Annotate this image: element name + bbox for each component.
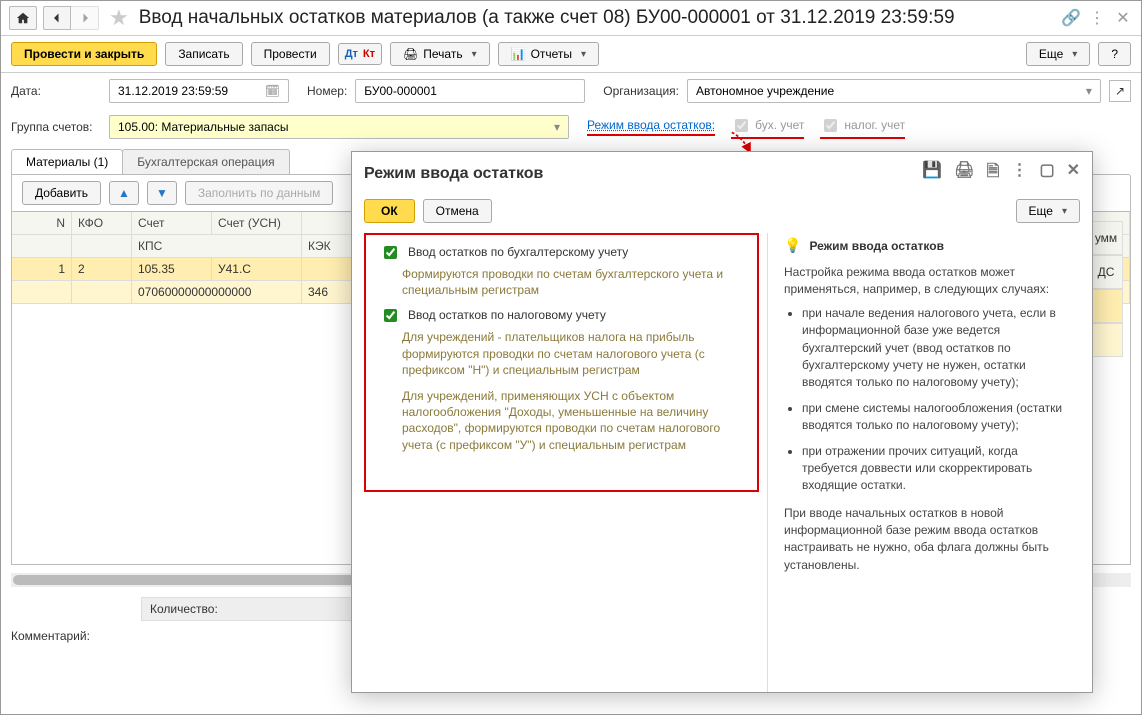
hint-li3: при отражении прочих ситуаций, когда тре… [802,443,1076,495]
org-input[interactable] [694,83,1080,99]
opt-nal-checkbox[interactable]: Ввод остатков по налоговому учету [380,308,743,325]
print-icon[interactable]: 🖨 [954,160,974,187]
th-n: N [12,212,72,235]
mode-link[interactable]: Режим ввода остатков: [587,118,715,136]
cell-acc: 105.35 [132,258,212,281]
cell-usn: У41.С [212,258,302,281]
th-acc: Счет [132,212,212,235]
favorite-icon[interactable]: ★ [109,5,129,31]
close-icon[interactable]: ✕ [1113,8,1133,28]
help-button[interactable]: ? [1098,42,1131,66]
hint-intro: Настройка режима ввода остатков может пр… [784,264,1076,299]
move-down-button[interactable]: ▼ [147,181,177,205]
group-input[interactable] [116,119,548,135]
hint-outro: При вводе начальных остатков в новой инф… [784,505,1076,575]
opt1-label: Ввод остатков по бухгалтерскому учету [408,245,628,259]
nal-checkbox[interactable]: налог. учет [820,116,905,139]
hint-li1: при начале ведения налогового учета, есл… [802,305,1076,392]
post-button[interactable]: Провести [251,42,330,66]
tab-materials[interactable]: Материалы (1) [11,149,123,174]
dialog-close-icon[interactable]: ✕ [1067,160,1080,187]
dialog-more-button[interactable]: Еще [1016,199,1080,223]
qty-label: Количество: [150,602,218,616]
date-label: Дата: [11,84,101,98]
fill-button[interactable]: Заполнить по данным [185,181,334,205]
mode-dialog: Режим ввода остатков 💾 🖨 🗎 ⋮ ▢ ✕ ОК Отме… [351,151,1093,693]
maximize-icon[interactable]: ▢ [1039,160,1054,187]
print-label: Печать [423,47,462,61]
cell-kek: 346 [302,281,352,304]
dialog-title: Режим ввода остатков [364,165,543,183]
home-button[interactable] [9,6,37,30]
cancel-button[interactable]: Отмена [423,199,492,223]
post-and-close-button[interactable]: Провести и закрыть [11,42,157,66]
save-icon[interactable]: 💾 [922,160,942,187]
th-sum-fragment: умм [1089,221,1123,255]
cell-n: 1 [12,258,72,281]
date-input[interactable] [116,83,259,99]
number-input[interactable] [362,83,578,99]
nal-label: налог. учет [844,118,905,132]
hint-li2: при смене системы налогообложения (остат… [802,400,1076,435]
th-kfo: КФО [72,212,132,235]
reports-label: Отчеты [531,47,572,61]
preview-icon[interactable]: 🗎 [987,160,1000,187]
move-up-button[interactable]: ▲ [109,181,139,205]
more-button[interactable]: Еще [1026,42,1090,66]
kt-icon: Кт [363,48,375,60]
print-button[interactable]: 🖨 Печать [390,42,490,66]
cell-kfo: 2 [72,258,132,281]
page-title: Ввод начальных остатков материалов (а та… [139,7,1055,29]
number-label: Номер: [307,84,347,98]
calendar-icon[interactable]: 🗓 [263,84,282,98]
save-button[interactable]: Записать [165,42,242,66]
tab-bookkeeping[interactable]: Бухгалтерская операция [122,149,289,174]
forward-button[interactable] [71,6,99,30]
opt2-label: Ввод остатков по налоговому учету [408,308,606,322]
th-ds-fragment: ДС [1089,255,1123,289]
th-usn: Счет (УСН) [212,212,302,235]
dt-icon: Дт [345,48,358,60]
chart-icon: 📊 [511,47,526,61]
th-kek: КЭК [302,235,352,258]
ok-button[interactable]: ОК [364,199,415,223]
buh-label: бух. учет [755,118,804,132]
printer-icon: 🖨 [403,47,418,61]
kebab-icon[interactable]: ⋮ [1011,160,1027,187]
org-label: Организация: [603,84,679,98]
opt1-desc: Формируются проводки по счетам бухгалтер… [402,266,743,298]
comment-label: Комментарий: [11,629,90,643]
th-kps: КПС [132,235,302,258]
dt-kt-button[interactable]: Дт Кт [338,43,382,65]
opt2-desc2: Для учреждений, применяющих УСН с объект… [402,388,743,453]
cell-kps: 07060000000000000 [132,281,302,304]
org-dropdown-icon[interactable]: ▾ [1084,84,1094,98]
hint-title: Режим ввода остатков [809,239,944,253]
bulb-icon: 💡 [784,237,801,254]
reports-button[interactable]: 📊 Отчеты [498,42,599,66]
back-button[interactable] [43,6,71,30]
opt-buh-checkbox[interactable]: Ввод остатков по бухгалтерскому учету [380,245,743,262]
opt2-desc1: Для учреждений - плательщиков налога на … [402,329,743,378]
add-row-button[interactable]: Добавить [22,181,101,205]
buh-checkbox[interactable]: бух. учет [731,116,804,139]
org-open-icon[interactable]: ↗ [1109,80,1131,102]
group-dropdown-icon[interactable]: ▾ [552,120,562,134]
group-label: Группа счетов: [11,120,101,134]
link-icon[interactable]: 🔗 [1061,8,1081,28]
kebab-icon[interactable]: ⋮ [1087,8,1107,28]
